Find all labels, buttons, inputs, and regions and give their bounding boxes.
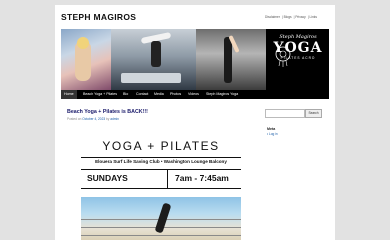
nav-item-videos[interactable]: Videos [188,92,199,96]
poster-subheading: Elouera Surf Life Saving Club • Washingt… [95,159,227,164]
yoga-figure [154,202,172,234]
post-date-link[interactable]: October 4, 2023 [82,117,105,121]
poster-day: SUNDAYS [87,173,128,183]
event-poster: YOGA + PILATES Elouera Surf Life Saving … [81,133,241,240]
page-container: STEPH MAGIROS Disclaimer | Blogs | Privacy… [55,5,335,240]
poster-time: 7am - 7:45am [175,173,229,183]
sidebar-login-label[interactable]: Log in [269,132,278,136]
poster-schedule: SUNDAYS 7am - 7:45am [81,169,241,189]
sidebar-login-link[interactable]: • Log in [267,132,278,136]
nav-item-beach-yoga[interactable]: Beach Yoga + Pilates [83,92,117,96]
poster-divider [81,157,241,158]
main-nav: Home Beach Yoga + Pilates Bio Contact Me… [61,90,329,99]
banner-photo-yoga-pose [196,29,266,90]
post-author-link[interactable]: admin [110,117,119,121]
post-meta-by: by [106,117,110,121]
top-link-links[interactable]: Links [309,15,316,19]
top-link-privacy[interactable]: Privacy [295,15,305,19]
header-banner: Steph Magiros YOGA PILATES ACRO [61,29,329,90]
top-links: Disclaimer | Blogs | Privacy | Links [265,15,317,19]
nav-item-media[interactable]: Media [154,92,164,96]
nav-item-photos[interactable]: Photos [170,92,181,96]
poster-heading: YOGA + PILATES [102,139,220,153]
top-link-blogs[interactable]: Blogs [284,15,292,19]
nav-item-steph-magiros-yoga[interactable]: Steph Magiros Yoga [206,92,238,96]
nav-item-bio[interactable]: Bio [123,92,128,96]
banner-photo-snowboarder [111,29,196,90]
studio-logo: Steph Magiros YOGA PILATES ACRO [268,33,328,88]
nav-item-contact[interactable]: Contact [136,92,148,96]
post-meta-prefix: Posted on [67,117,82,121]
search-input[interactable] [265,109,305,118]
top-link-disclaimer[interactable]: Disclaimer [265,15,280,19]
search-button[interactable]: Search [305,109,322,118]
nav-item-home[interactable]: Home [61,90,77,99]
banner-photo-skier [61,29,111,90]
post-meta: Posted on October 4, 2023 by admin [67,117,119,121]
post-title[interactable]: Beach Yoga + Pilates is BACK!!! [67,109,148,115]
site-title[interactable]: STEPH MAGIROS [61,12,136,22]
poster-beach-photo [81,197,241,240]
dreamcatcher-icon [275,46,291,67]
poster-separator [167,170,168,188]
sidebar-meta-heading: Meta [267,127,276,131]
